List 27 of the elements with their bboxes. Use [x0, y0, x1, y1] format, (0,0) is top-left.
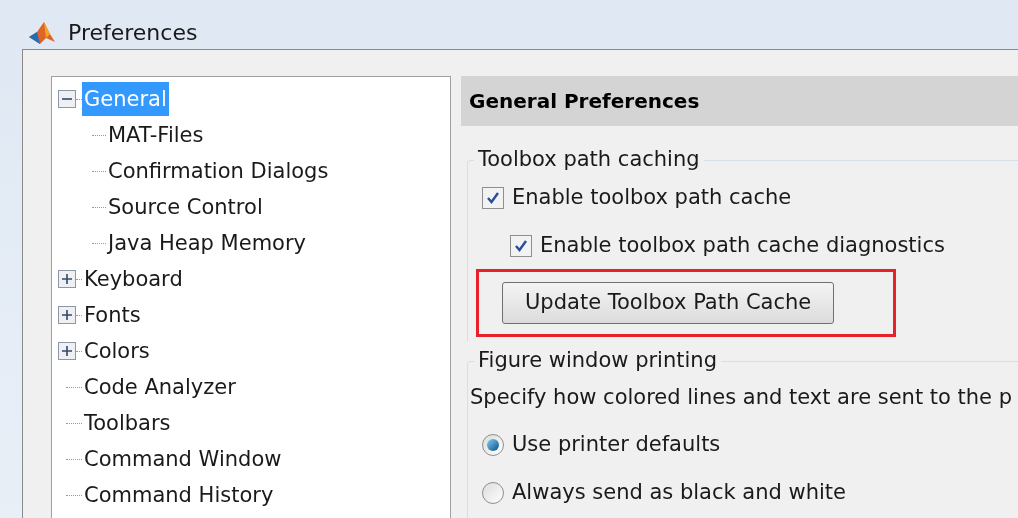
- tree-item[interactable]: Confirmation Dialogs: [106, 154, 331, 188]
- checkbox[interactable]: [482, 187, 504, 209]
- tree-item[interactable]: MAT-Files: [106, 118, 206, 152]
- expand-icon[interactable]: [58, 306, 76, 324]
- radio-label: Always send as black and white: [512, 479, 847, 507]
- tree-item[interactable]: Colors: [82, 334, 152, 368]
- tree-item[interactable]: Toolbars: [82, 406, 173, 440]
- description-text: Specify how colored lines and text are sent to the p: [470, 384, 1013, 412]
- radio-button[interactable]: [482, 434, 504, 456]
- checkbox-label: Enable toolbox path cache: [512, 184, 792, 212]
- checkbox[interactable]: [510, 235, 532, 257]
- tree-item[interactable]: Fonts: [82, 298, 143, 332]
- window-title: Preferences: [68, 19, 198, 47]
- panel-title: General Preferences: [469, 88, 700, 115]
- tree-item[interactable]: Command Window: [82, 442, 284, 476]
- radio-button[interactable]: [482, 482, 504, 504]
- tree-item[interactable]: Code Analyzer: [82, 370, 238, 404]
- tree-item[interactable]: Keyboard: [82, 262, 185, 296]
- tree-item[interactable]: Source Control: [106, 190, 265, 224]
- tree-item[interactable]: Java Heap Memory: [106, 226, 309, 260]
- collapse-icon[interactable]: [58, 90, 76, 108]
- expand-icon[interactable]: [58, 342, 76, 360]
- expand-icon[interactable]: [58, 270, 76, 288]
- tree-item[interactable]: Command History: [82, 478, 276, 512]
- update-button[interactable]: Update Toolbox Path Cache: [502, 282, 835, 324]
- radio-label: Use printer defaults: [512, 431, 721, 459]
- checkbox-label: Enable toolbox path cache diagnostics: [540, 232, 945, 260]
